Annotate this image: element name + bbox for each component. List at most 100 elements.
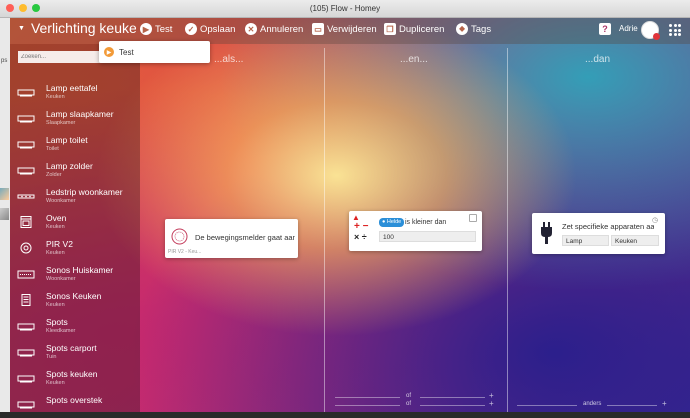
flow-title-text: Verlichting keuken [30, 20, 136, 36]
light-icon [17, 401, 35, 409]
then-card[interactable]: Zet specifieke apparaten aan ◷ Lamp Keuk… [532, 213, 665, 254]
save-label: Opslaan [200, 23, 236, 35]
list-item[interactable]: Lamp toilet Toilet [10, 132, 140, 158]
zoom-window-button[interactable] [32, 4, 40, 12]
device-name: Spots overstek [46, 395, 103, 405]
compare-value: 100 [383, 234, 394, 241]
device-select-value: Lamp [566, 238, 583, 245]
x-icon: ✕ [245, 23, 257, 35]
trash-icon: ▭ [312, 23, 324, 35]
window-titlebar: (105) Flow - Homey [0, 0, 690, 18]
device-zone: Woonkamer [46, 276, 76, 282]
device-name: PIR V2 [46, 239, 73, 249]
tag-chip-label: Helde [386, 219, 402, 225]
window-controls [6, 4, 40, 12]
delete-label: Verwijderen [327, 23, 377, 35]
list-item[interactable]: Ledstrip woonkamer Woonkamer [10, 184, 140, 210]
window-title: (105) Flow - Homey [309, 4, 381, 13]
device-zone: Tuin [46, 354, 57, 360]
delete-button[interactable]: ▭ Verwijderen [312, 23, 377, 35]
cancel-button[interactable]: ✕ Annuleren [245, 23, 303, 35]
invert-checkbox[interactable] [469, 214, 477, 222]
column-and-header: ...en... [400, 54, 428, 65]
list-item[interactable]: PIR V2 Keuken [10, 236, 140, 262]
list-item[interactable]: Lamp eettafel Keuken [10, 80, 140, 106]
compare-value-input[interactable]: 100 [379, 231, 476, 242]
add-else-icon[interactable]: + [662, 399, 667, 408]
device-select[interactable]: Lamp [562, 235, 609, 246]
tags-button[interactable]: ⬥ Tags [456, 23, 491, 35]
add-or-icon[interactable]: + [489, 399, 494, 408]
device-name: Lamp slaapkamer [46, 109, 114, 119]
list-item[interactable]: Sonos Keuken Keuken [10, 288, 140, 314]
device-name: Spots [46, 317, 68, 327]
math-times-divide-icon: × ÷ [354, 232, 367, 242]
close-window-button[interactable] [6, 4, 14, 12]
tag-chip[interactable]: ● Helde [379, 218, 405, 227]
motion-sensor-icon [20, 242, 32, 254]
list-item[interactable]: Spots overstek [10, 392, 140, 418]
duplicate-button[interactable]: ❐ Dupliceren [384, 23, 444, 35]
tags-label: Tags [471, 23, 492, 35]
column-when-header: ...als... [214, 54, 244, 65]
minimize-window-button[interactable] [19, 4, 27, 12]
device-zone: Keuken [46, 250, 65, 256]
light-icon [17, 349, 35, 357]
list-item[interactable]: Oven Keuken [10, 210, 140, 236]
list-item[interactable]: Spots Kleedkamer [10, 314, 140, 340]
check-icon: ✓ [185, 23, 197, 35]
test-popup-label: Test [119, 47, 134, 57]
list-item[interactable]: Lamp slaapkamer Slaapkamer [10, 106, 140, 132]
speaker-icon [21, 294, 31, 306]
math-plus-minus-icon: + − [354, 221, 369, 232]
save-button[interactable]: ✓ Opslaan [185, 23, 235, 35]
help-icon[interactable]: ? [599, 23, 611, 35]
test-popup[interactable]: ▶ Test [99, 41, 210, 63]
then-card-text: Zet specifieke apparaten aan [562, 222, 654, 231]
motion-sensor-icon [171, 228, 188, 245]
device-zone: Keuken [46, 380, 65, 386]
or-divider-line [420, 397, 485, 398]
fragment-thumbnail [0, 208, 9, 220]
list-item[interactable]: Lamp zolder Zolder [10, 158, 140, 184]
tag-dot-icon: ● [382, 219, 386, 225]
flow-title[interactable]: ▼ Verlichting keuken [18, 20, 136, 36]
list-item[interactable]: Spots keuken Keuken [10, 366, 140, 392]
and-card-text: is kleiner dan [405, 219, 447, 226]
light-icon [17, 89, 35, 97]
chevron-down-icon[interactable]: ▼ [18, 25, 25, 32]
avatar[interactable] [641, 21, 660, 40]
or-divider-line [420, 405, 485, 406]
device-zone: Slaapkamer [46, 120, 76, 126]
list-item[interactable]: Sonos Huiskamer Woonkamer [10, 262, 140, 288]
when-card-text: De bewegingsmelder gaat aan [195, 233, 295, 242]
play-icon: ▶ [140, 23, 152, 35]
and-card[interactable]: ▲ + − × ÷ ● Helde is kleiner dan 100 [349, 211, 482, 251]
fragment-thumbnail [0, 188, 9, 200]
else-divider-line [517, 405, 577, 406]
zone-select[interactable]: Keuken [611, 235, 659, 246]
column-then-header: ...dan [585, 54, 611, 65]
oven-icon [20, 216, 32, 228]
tag-icon: ⬥ [456, 23, 468, 35]
device-zone: Keuken [46, 224, 65, 230]
speaker-icon [17, 270, 35, 279]
plug-icon [541, 222, 552, 244]
user-name: Adrie [619, 24, 638, 33]
test-button[interactable]: ▶ Test [140, 23, 172, 35]
duplicate-label: Dupliceren [399, 23, 445, 35]
device-zone: Kleedkamer [46, 328, 76, 334]
device-zone: Keuken [46, 94, 65, 100]
copy-icon: ❐ [384, 23, 396, 35]
apps-grid-icon[interactable] [669, 24, 681, 36]
or-label: of [406, 401, 412, 407]
light-icon [17, 323, 35, 331]
or-divider-line [335, 405, 400, 406]
else-label: anders [583, 401, 602, 407]
ledstrip-icon [17, 194, 35, 199]
device-name: Lamp zolder [46, 161, 93, 171]
clock-icon[interactable]: ◷ [652, 216, 658, 224]
light-icon [17, 115, 35, 123]
when-card[interactable]: De bewegingsmelder gaat aan PIR V2 - Keu… [165, 219, 298, 258]
list-item[interactable]: Spots carport Tuin [10, 340, 140, 366]
